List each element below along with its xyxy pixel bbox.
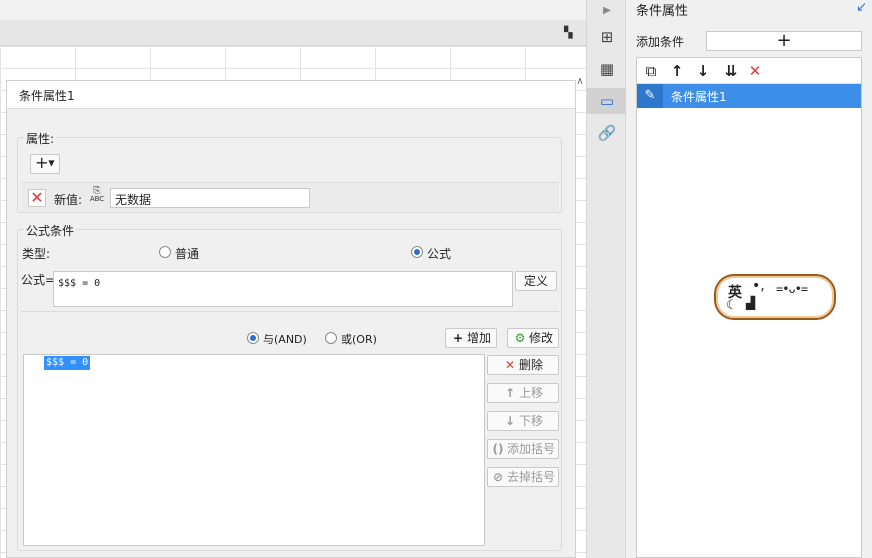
pin-icon[interactable]: ▚ bbox=[564, 27, 576, 39]
shirt-icon: ▟ bbox=[746, 296, 756, 310]
chevron-down-icon: ▼ bbox=[48, 158, 55, 168]
formula-group-label: 公式条件 bbox=[24, 222, 77, 239]
condition-item[interactable]: $$$ = 0 bbox=[44, 356, 91, 370]
side-icon-strip: ▶ ⊞ ▦ ▭ 🔗 bbox=[586, 0, 626, 558]
formula-field[interactable]: $$$ = 0 bbox=[53, 271, 513, 307]
arrow-up-icon[interactable]: ↑ bbox=[667, 61, 687, 81]
copy-icon[interactable]: ⧉ bbox=[641, 61, 661, 81]
sheet-top-bar bbox=[0, 0, 586, 20]
list-toolbar: ⧉ ↑ ↓ ⇊ ✕ bbox=[637, 58, 861, 84]
formula-label: 公式= bbox=[21, 273, 56, 287]
condition-list[interactable]: $$$ = 0 bbox=[23, 354, 485, 546]
add-condition-button[interactable]: + bbox=[706, 31, 862, 51]
cell-info-icon[interactable]: ▦ bbox=[596, 58, 618, 80]
remove-attribute-icon[interactable]: ✕ bbox=[28, 189, 46, 207]
sheet-toolbar: ▚ bbox=[0, 20, 586, 46]
panel-title: 条件属性 bbox=[636, 4, 689, 19]
new-value-label: 新值: bbox=[54, 193, 83, 207]
move-up-button[interactable]: ↑ 上移 bbox=[487, 383, 559, 403]
remove-bracket-button[interactable]: ⊘ 去掉括号 bbox=[487, 467, 559, 487]
move-bottom-icon[interactable]: ⇊ bbox=[721, 61, 741, 81]
list-item-label: 条件属性1 bbox=[671, 90, 727, 104]
logic-and-radio[interactable] bbox=[247, 332, 259, 344]
modify-condition-button[interactable]: ⚙ 修改 bbox=[507, 328, 559, 348]
type-normal-radio[interactable] bbox=[159, 246, 171, 258]
logic-and-label[interactable]: 与(AND) bbox=[263, 331, 307, 347]
layout-icon[interactable]: ⊞ bbox=[596, 26, 618, 48]
list-item[interactable]: ✎ 条件属性1 bbox=[637, 84, 861, 108]
expand-arrow-icon[interactable]: ▶ bbox=[596, 0, 618, 22]
punctuation-icon: •, bbox=[752, 278, 765, 294]
attribute-row: ✕ 新值: ⎘ ABC 无数据 bbox=[22, 182, 559, 212]
type-label: 类型: bbox=[22, 247, 51, 261]
cat-icon: =•ᴗ•= bbox=[776, 282, 808, 296]
add-bracket-button[interactable]: () 添加括号 bbox=[487, 439, 559, 459]
add-condition-label: 添加条件 bbox=[636, 35, 685, 49]
value-type-icon[interactable]: ⎘ ABC bbox=[88, 187, 106, 207]
moon-icon: ☾ bbox=[726, 298, 738, 313]
arrow-down-icon[interactable]: ↓ bbox=[693, 61, 713, 81]
add-attribute-button[interactable]: +▼ bbox=[30, 154, 60, 174]
pin-icon[interactable]: ↙ bbox=[856, 0, 867, 15]
bracket-icon: () bbox=[492, 442, 504, 456]
condition-dialog: 条件属性1 属性: +▼ ✕ 新值: ⎘ ABC 无数据 公式条件 类型: 普通 … bbox=[6, 80, 576, 558]
arrow-up-icon: ↑ bbox=[504, 386, 516, 400]
delete-icon[interactable]: ✕ bbox=[745, 61, 765, 81]
gear-icon: ⚙ bbox=[514, 331, 526, 345]
type-formula-label[interactable]: 公式 bbox=[427, 245, 451, 262]
move-down-button[interactable]: ↓ 下移 bbox=[487, 411, 559, 431]
close-icon: ✕ bbox=[504, 358, 516, 372]
attribute-group-label: 属性: bbox=[24, 130, 57, 147]
type-normal-label[interactable]: 普通 bbox=[175, 245, 199, 262]
logic-or-radio[interactable] bbox=[325, 332, 337, 344]
define-button[interactable]: 定义 bbox=[515, 271, 557, 291]
divider bbox=[21, 311, 559, 312]
type-formula-radio[interactable] bbox=[411, 246, 423, 258]
condition-attribute-icon[interactable]: ▭ bbox=[596, 90, 618, 112]
ime-status-badge[interactable]: 英 ☾ ▟ •, =•ᴗ•= bbox=[714, 274, 836, 320]
link-icon[interactable]: 🔗 bbox=[596, 122, 618, 144]
remove-bracket-icon: ⊘ bbox=[492, 470, 504, 484]
plus-icon: + bbox=[452, 331, 464, 345]
dialog-title: 条件属性1 bbox=[7, 81, 575, 109]
logic-or-label[interactable]: 或(OR) bbox=[341, 331, 377, 347]
new-value-field[interactable]: 无数据 bbox=[110, 188, 310, 208]
attribute-group: 属性: +▼ ✕ 新值: ⎘ ABC 无数据 bbox=[17, 130, 562, 213]
delete-button[interactable]: ✕ 删除 bbox=[487, 355, 559, 375]
plus-icon: + bbox=[35, 153, 49, 172]
arrow-down-icon: ↓ bbox=[504, 414, 516, 428]
edit-pencil-icon[interactable]: ✎ bbox=[637, 84, 663, 108]
add-condition-button[interactable]: + 增加 bbox=[445, 328, 497, 348]
